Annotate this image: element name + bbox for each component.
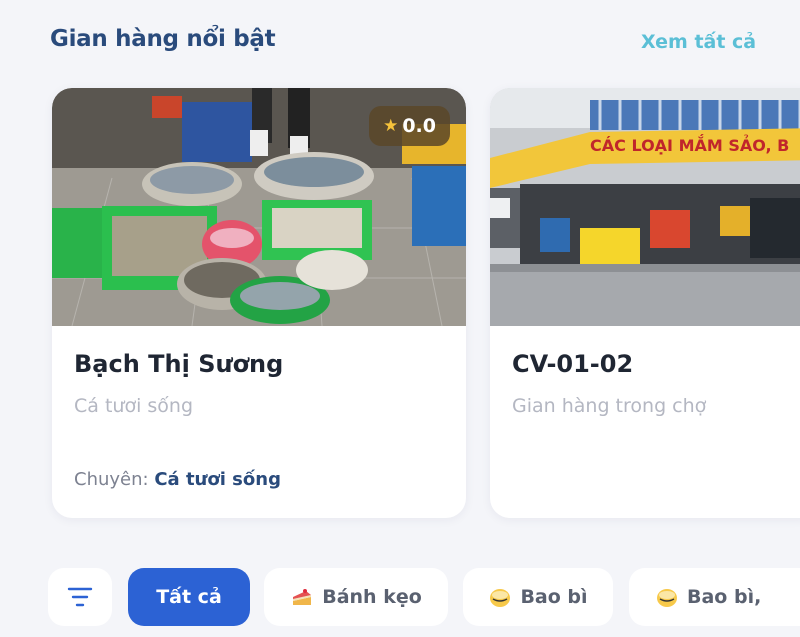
filter-button[interactable] <box>48 568 112 626</box>
chip-banh-keo-label: Bánh kẹo <box>322 586 422 608</box>
chip-banh-keo[interactable]: Bánh kẹo <box>264 568 448 626</box>
store-card[interactable]: CÁC LOẠI MẮM SẢO, B CV-01-02 Gian hàng t… <box>490 88 800 518</box>
filter-icon <box>67 587 93 607</box>
star-icon: ★ <box>383 116 399 136</box>
store-category: Cá tươi sống <box>74 395 194 417</box>
category-filter-bar: Tất cả Bánh kẹo Bao bì Bao bì, <box>0 562 800 637</box>
specialty-label: Chuyên: <box>74 469 149 490</box>
store-category: Gian hàng trong chợ <box>512 395 707 417</box>
cake-icon <box>293 589 312 605</box>
store-card[interactable]: ★ 0.0 Bạch Thị Sương Cá tươi sống Chuyên… <box>52 88 466 518</box>
package-icon <box>490 589 511 607</box>
specialty-value: Cá tươi sống <box>154 469 281 490</box>
chip-bao-bi-2[interactable]: Bao bì, <box>629 568 800 626</box>
section-title: Gian hàng nổi bật <box>50 26 276 52</box>
package-icon <box>657 589 677 607</box>
section-header: Gian hàng nổi bật Xem tất cả <box>0 0 800 80</box>
chip-bao-bi-2-label: Bao bì, <box>687 586 762 608</box>
see-all-link[interactable]: Xem tất cả <box>641 31 756 53</box>
stall-sign-text: CÁC LOẠI MẮM SẢO, B <box>590 134 789 155</box>
store-name: Bạch Thị Sương <box>74 350 284 378</box>
chip-all[interactable]: Tất cả <box>128 568 250 626</box>
chip-all-label: Tất cả <box>156 586 222 608</box>
store-specialty: Chuyên: Cá tươi sống <box>74 469 281 490</box>
fish-stall-photo: ★ 0.0 <box>52 88 466 326</box>
market-stall-photo: CÁC LOẠI MẮM SẢO, B <box>490 88 800 326</box>
store-name: CV-01-02 <box>512 350 634 378</box>
market-stall-image: CÁC LOẠI MẮM SẢO, B <box>490 88 800 326</box>
rating-badge: ★ 0.0 <box>369 106 450 146</box>
chip-bao-bi[interactable]: Bao bì <box>463 568 613 626</box>
chip-bao-bi-label: Bao bì <box>520 586 588 608</box>
rating-value: 0.0 <box>402 115 436 137</box>
